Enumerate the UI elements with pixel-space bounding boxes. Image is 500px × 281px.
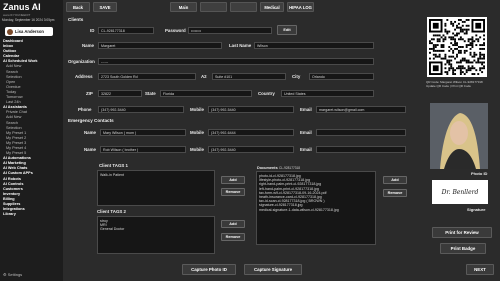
ec2-mobile-label: Mobile xyxy=(190,147,204,152)
documents-header: Documents CL-928177318 xyxy=(257,165,300,170)
documents-remove-button[interactable]: Remove xyxy=(383,189,407,197)
name-label: Name xyxy=(82,43,94,48)
ec2-name-label: Name xyxy=(84,147,96,152)
capture-photo-id-button[interactable]: Capture Photo ID xyxy=(182,264,236,275)
address-field[interactable]: 2723 South Golden Rd xyxy=(98,73,196,80)
user-name: Lisa Anderson xyxy=(15,29,44,34)
tags-2-add-button[interactable]: Add xyxy=(221,220,245,228)
signature-image: Dr. Benllerd xyxy=(432,180,488,204)
a2-label: A2 xyxy=(201,74,207,79)
tags-1-remove-button[interactable]: Remove xyxy=(221,188,245,196)
sidebar-nav: Dashboard Inbox Outbox Calendar AI Scheduled… xyxy=(3,39,61,217)
tags-2-remove-button[interactable]: Remove xyxy=(221,233,245,241)
ec1-name-label: Name xyxy=(84,130,96,135)
ec1-email-field[interactable] xyxy=(316,129,406,136)
qr-actions[interactable]: Update QR Code | Print QR Code xyxy=(426,84,471,88)
portrait-image xyxy=(430,103,488,169)
ec1-email-label: Email xyxy=(300,130,312,135)
ec1-mobile-field[interactable]: (347) 992-6444 xyxy=(208,129,294,136)
settings-label: Settings xyxy=(7,272,23,277)
zip-field[interactable]: 32822 xyxy=(98,90,142,97)
email-field[interactable]: margaret.wilson@gmail.com xyxy=(316,106,406,113)
email-label: Email xyxy=(300,107,312,112)
id-field[interactable]: CL-928177318 xyxy=(98,27,154,34)
state-field[interactable]: Florida xyxy=(160,90,252,97)
last-name-label: Last Name xyxy=(229,43,252,48)
id-label: ID xyxy=(90,28,95,33)
client-tags-1-list[interactable]: Walk-in Patient xyxy=(97,170,215,206)
qr-code xyxy=(427,17,487,77)
documents-client-id: CL-928177318 xyxy=(278,166,301,170)
country-field[interactable]: United States xyxy=(281,90,374,97)
print-for-review-button[interactable]: Print for Review xyxy=(432,227,492,238)
gear-icon: ⚙ xyxy=(3,272,7,277)
back-button[interactable]: Back xyxy=(66,2,90,12)
signature-label: Signature xyxy=(467,207,486,212)
print-badge-button[interactable]: Print Badge xyxy=(440,243,486,254)
settings-link[interactable]: ⚙ Settings xyxy=(3,272,22,277)
tag-item[interactable]: General Doctor xyxy=(100,227,212,231)
tab-blank-2[interactable] xyxy=(230,2,257,12)
client-tags-1-title: Client TAGS 1 xyxy=(99,163,128,168)
client-tags-2-title: Client TAGS 2 xyxy=(97,209,126,214)
tab-medical[interactable]: Medical xyxy=(260,2,284,12)
ec2-mobile-field[interactable]: (347) 992-5440 xyxy=(208,146,294,153)
app-logo-text: Zanus AI xyxy=(3,2,41,12)
ec2-email-field[interactable] xyxy=(316,146,406,153)
edit-password-button[interactable]: Edit xyxy=(277,25,297,35)
ec2-name-field[interactable]: Rob Wilson ( brother ) xyxy=(100,146,186,153)
organization-label: Organization xyxy=(68,59,95,64)
mobile-label: Mobile xyxy=(190,107,204,112)
capture-signature-button[interactable]: Capture Signature xyxy=(244,264,302,275)
documents-add-button[interactable]: Add xyxy=(383,176,407,184)
phone-label: Phone xyxy=(78,107,92,112)
qr-code-image xyxy=(429,19,485,75)
section-title: Clients xyxy=(68,17,84,22)
documents-list[interactable]: photo-id-cl-928177318.jpg lifestyle-photo… xyxy=(256,171,376,245)
next-button[interactable]: NEXT xyxy=(466,264,494,275)
tab-blank-1[interactable] xyxy=(200,2,227,12)
zip-label: ZIP xyxy=(86,91,93,96)
date-display: Monday, September 16 2024 3:05pm xyxy=(2,18,55,22)
ec2-email-label: Email xyxy=(300,147,312,152)
document-item[interactable]: medical-signature-1-data-wilson-cl-92817… xyxy=(259,208,373,212)
a2-field[interactable]: Suite #101 xyxy=(212,73,286,80)
address-label: Address xyxy=(75,74,93,79)
photo-id-label: Photo ID xyxy=(471,171,488,176)
city-label: City xyxy=(292,74,301,79)
client-tags-2-list[interactable]: stroy MRI General Doctor xyxy=(97,216,215,254)
save-button[interactable]: SAVE xyxy=(93,2,117,12)
photo-id-image xyxy=(430,103,488,169)
ec1-name-field[interactable]: Mary Wilson ( mom ) xyxy=(100,129,186,136)
last-name-field[interactable]: Wilson xyxy=(254,42,374,49)
state-label: State xyxy=(145,91,156,96)
tags-1-add-button[interactable]: Add xyxy=(221,176,245,184)
password-label: Password xyxy=(165,28,186,33)
signature-text: Dr. Benllerd xyxy=(441,188,479,196)
city-field[interactable]: Orlando xyxy=(309,73,374,80)
phone-field[interactable]: (347) 992-5440 xyxy=(98,106,184,113)
organization-field[interactable]: ------ xyxy=(98,58,374,65)
documents-title: Documents xyxy=(257,166,278,170)
ec1-mobile-label: Mobile xyxy=(190,130,204,135)
app-logo: Zanus AI xyxy=(3,2,41,12)
emergency-contacts-title: Emergency Contacts xyxy=(68,118,114,123)
app-logo-subtitle: www.IFYOUNEEDIT xyxy=(3,13,31,17)
tab-hipaa-log[interactable]: HIPAA LOG xyxy=(287,2,314,12)
password-field[interactable]: •••••••• xyxy=(188,27,272,34)
mobile-field[interactable]: (347) 992-5440 xyxy=(208,106,294,113)
tag-item[interactable]: Walk-in Patient xyxy=(100,173,212,177)
name-field[interactable]: Margaret xyxy=(98,42,222,49)
user-profile-button[interactable]: Lisa Anderson xyxy=(5,27,53,36)
sidebar-item[interactable]: Library xyxy=(3,212,61,217)
country-label: Country xyxy=(258,91,275,96)
avatar xyxy=(7,28,13,35)
tab-main[interactable]: Main xyxy=(170,2,197,12)
